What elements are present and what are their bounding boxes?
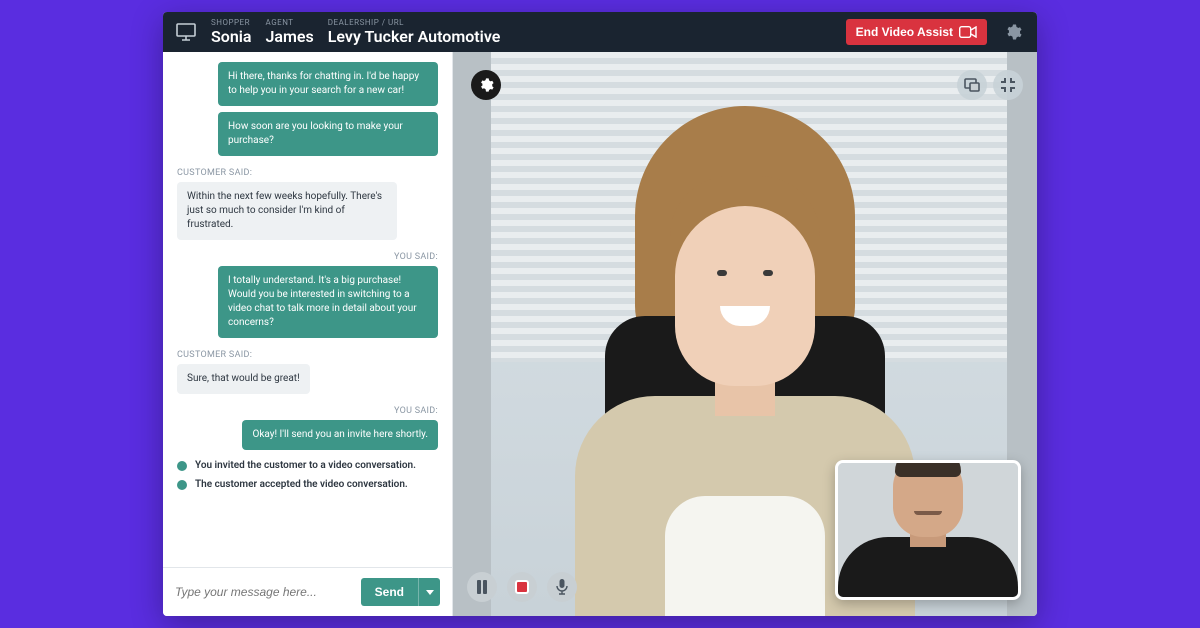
customer-said-label: CUSTOMER SAID: bbox=[177, 350, 438, 360]
status-dot-icon bbox=[177, 461, 187, 471]
dealership-name: Levy Tucker Automotive bbox=[328, 28, 501, 46]
minimize-icon bbox=[1000, 77, 1016, 93]
gear-icon bbox=[478, 77, 494, 93]
video-off-icon bbox=[959, 26, 977, 38]
self-view-pip[interactable] bbox=[835, 460, 1021, 600]
system-text: The customer accepted the video conversa… bbox=[195, 479, 408, 490]
stop-record-button[interactable] bbox=[507, 572, 537, 602]
video-pane bbox=[453, 52, 1037, 616]
chat-bubble-agent: How soon are you looking to make your pu… bbox=[218, 112, 438, 156]
customer-said-label: CUSTOMER SAID: bbox=[177, 168, 438, 178]
send-group: Send bbox=[361, 578, 440, 606]
message-input[interactable] bbox=[175, 585, 353, 599]
chevron-down-icon bbox=[426, 590, 434, 595]
chat-bubble-customer: Within the next few weeks hopefully. The… bbox=[177, 182, 397, 240]
send-button[interactable]: Send bbox=[361, 578, 418, 606]
dealership-group: DEALERSHIP / URL Levy Tucker Automotive bbox=[328, 19, 501, 45]
monitor-icon bbox=[175, 21, 197, 43]
system-message: You invited the customer to a video conv… bbox=[177, 460, 438, 471]
video-settings-button[interactable] bbox=[471, 70, 501, 100]
microphone-button[interactable] bbox=[547, 572, 577, 602]
chat-bubble-agent: Hi there, thanks for chatting in. I'd be… bbox=[218, 62, 438, 106]
end-video-label: End Video Assist bbox=[856, 25, 953, 39]
you-said-label: YOU SAID: bbox=[177, 406, 438, 416]
system-text: You invited the customer to a video conv… bbox=[195, 460, 416, 471]
chat-bubble-customer: Sure, that would be great! bbox=[177, 364, 310, 394]
shopper-group: SHOPPER Sonia bbox=[211, 19, 252, 45]
body: Hi there, thanks for chatting in. I'd be… bbox=[163, 52, 1037, 616]
send-dropdown-button[interactable] bbox=[418, 578, 440, 606]
system-message: The customer accepted the video conversa… bbox=[177, 479, 438, 490]
shopper-name: Sonia bbox=[211, 28, 252, 46]
chat-bubble-agent: Okay! I'll send you an invite here short… bbox=[242, 420, 438, 450]
pause-button[interactable] bbox=[467, 572, 497, 602]
chat-scroll[interactable]: Hi there, thanks for chatting in. I'd be… bbox=[163, 52, 452, 567]
agent-group: AGENT James bbox=[266, 19, 314, 45]
app-window: SHOPPER Sonia AGENT James DEALERSHIP / U… bbox=[163, 12, 1037, 616]
picture-in-picture-button[interactable] bbox=[957, 70, 987, 100]
exit-fullscreen-button[interactable] bbox=[993, 70, 1023, 100]
settings-button[interactable] bbox=[1001, 20, 1025, 44]
chat-pane: Hi there, thanks for chatting in. I'd be… bbox=[163, 52, 453, 616]
agent-name: James bbox=[266, 28, 314, 46]
stop-icon bbox=[515, 580, 529, 594]
pause-icon bbox=[476, 580, 488, 594]
status-dot-icon bbox=[177, 480, 187, 490]
compose-bar: Send bbox=[163, 567, 452, 616]
you-said-label: YOU SAID: bbox=[177, 252, 438, 262]
gear-icon bbox=[1004, 23, 1022, 41]
pip-icon bbox=[964, 78, 980, 92]
header-bar: SHOPPER Sonia AGENT James DEALERSHIP / U… bbox=[163, 12, 1037, 52]
microphone-icon bbox=[556, 579, 568, 595]
chat-bubble-agent: I totally understand. It's a big purchas… bbox=[218, 266, 438, 338]
end-video-assist-button[interactable]: End Video Assist bbox=[846, 19, 987, 45]
video-controls bbox=[467, 572, 577, 602]
